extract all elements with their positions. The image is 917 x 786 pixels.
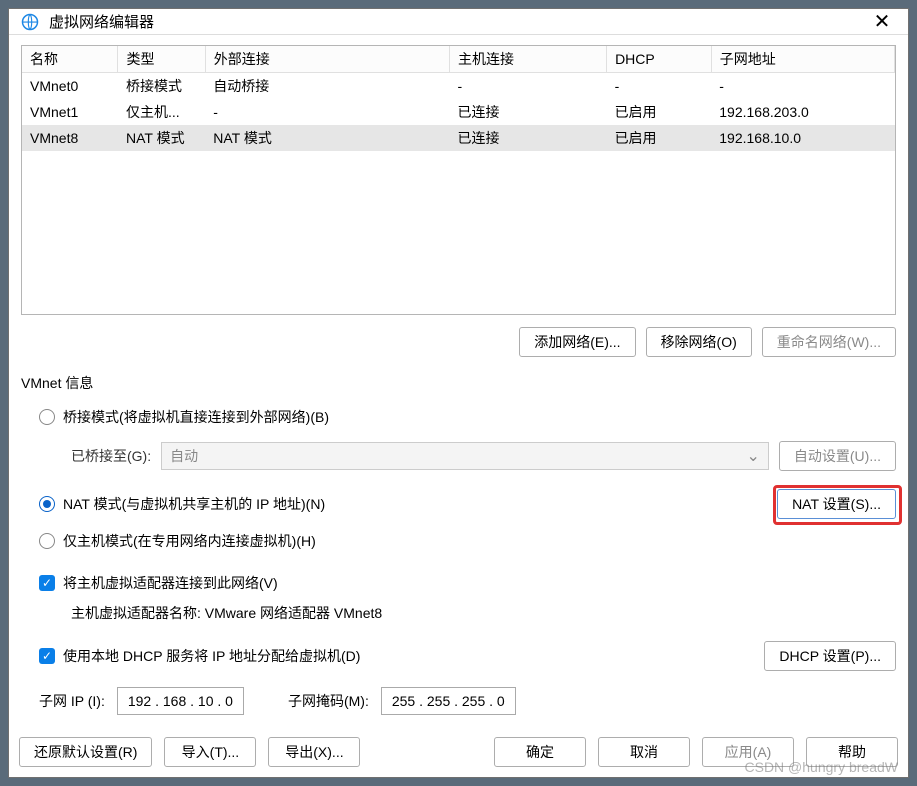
networks-table[interactable]: 名称 类型 外部连接 主机连接 DHCP 子网地址 VMnet0桥接模式自动桥接…	[22, 46, 895, 151]
content-area: 名称 类型 外部连接 主机连接 DHCP 子网地址 VMnet0桥接模式自动桥接…	[9, 35, 908, 729]
table-row[interactable]: VMnet0桥接模式自动桥接---	[22, 73, 895, 100]
rename-network-button[interactable]: 重命名网络(W)...	[762, 327, 896, 357]
col-ext[interactable]: 外部连接	[205, 46, 449, 73]
subnet-ip-input[interactable]: 192 . 168 . 10 . 0	[117, 687, 244, 715]
cell-ext: 自动桥接	[205, 73, 449, 100]
cell-dhcp: 已启用	[607, 99, 712, 125]
dhcp-checkbox[interactable]	[39, 648, 55, 664]
window-title: 虚拟网络编辑器	[49, 11, 868, 32]
close-button[interactable]: ✕	[868, 9, 896, 34]
cell-ext: NAT 模式	[205, 125, 449, 151]
col-type[interactable]: 类型	[118, 46, 205, 73]
subnet-row: 子网 IP (I): 192 . 168 . 10 . 0 子网掩码(M): 2…	[21, 677, 896, 721]
nat-radio[interactable]	[39, 496, 55, 512]
cell-subnet: 192.168.10.0	[711, 125, 894, 151]
cell-dhcp: -	[607, 73, 712, 100]
cell-host: 已连接	[450, 99, 607, 125]
vmnet-info-label: VMnet 信息	[21, 373, 896, 393]
host-adapter-label: 将主机虚拟适配器连接到此网络(V)	[63, 573, 278, 593]
col-subnet[interactable]: 子网地址	[711, 46, 894, 73]
cell-type: 仅主机...	[118, 99, 205, 125]
titlebar: 虚拟网络编辑器 ✕	[9, 9, 908, 35]
subnet-mask-input[interactable]: 255 . 255 . 255 . 0	[381, 687, 516, 715]
cell-subnet: -	[711, 73, 894, 100]
nat-settings-button[interactable]: NAT 设置(S)...	[777, 489, 896, 519]
cell-name: VMnet8	[22, 125, 118, 151]
networks-table-wrap: 名称 类型 外部连接 主机连接 DHCP 子网地址 VMnet0桥接模式自动桥接…	[21, 45, 896, 315]
globe-icon	[21, 13, 39, 31]
dhcp-label: 使用本地 DHCP 服务将 IP 地址分配给虚拟机(D)	[63, 646, 360, 666]
host-adapter-name: 主机虚拟适配器名称: VMware 网络适配器 VMnet8	[21, 599, 896, 635]
hostonly-mode-radio-row[interactable]: 仅主机模式(在专用网络内连接虚拟机)(H)	[21, 525, 896, 557]
cell-subnet: 192.168.203.0	[711, 99, 894, 125]
import-button[interactable]: 导入(T)...	[164, 737, 256, 767]
table-buttons: 添加网络(E)... 移除网络(O) 重命名网络(W)...	[21, 327, 896, 357]
hostonly-label: 仅主机模式(在专用网络内连接虚拟机)(H)	[63, 531, 316, 551]
cell-host: 已连接	[450, 125, 607, 151]
col-dhcp[interactable]: DHCP	[607, 46, 712, 73]
add-network-button[interactable]: 添加网络(E)...	[519, 327, 635, 357]
subnet-mask-label: 子网掩码(M):	[288, 691, 369, 711]
remove-network-button[interactable]: 移除网络(O)	[646, 327, 752, 357]
col-host[interactable]: 主机连接	[450, 46, 607, 73]
virtual-network-editor-window: 虚拟网络编辑器 ✕ 名称 类型 外部连接 主机连接 DHCP 子网地址 VMne…	[8, 8, 909, 778]
auto-bridge-button[interactable]: 自动设置(U)...	[779, 441, 896, 471]
table-header-row: 名称 类型 外部连接 主机连接 DHCP 子网地址	[22, 46, 895, 73]
nat-label: NAT 模式(与虚拟机共享主机的 IP 地址)(N)	[63, 494, 325, 514]
bridge-to-label: 已桥接至(G):	[71, 446, 151, 466]
subnet-ip-label: 子网 IP (I):	[39, 691, 105, 711]
cancel-button[interactable]: 取消	[598, 737, 690, 767]
dhcp-settings-button[interactable]: DHCP 设置(P)...	[764, 641, 896, 671]
cell-ext: -	[205, 99, 449, 125]
host-adapter-check-row[interactable]: 将主机虚拟适配器连接到此网络(V)	[21, 567, 896, 599]
cell-type: 桥接模式	[118, 73, 205, 100]
table-row[interactable]: VMnet1仅主机...-已连接已启用192.168.203.0	[22, 99, 895, 125]
cell-dhcp: 已启用	[607, 125, 712, 151]
cell-name: VMnet1	[22, 99, 118, 125]
cell-type: NAT 模式	[118, 125, 205, 151]
cell-name: VMnet0	[22, 73, 118, 100]
bridge-target-combo[interactable]: 自动	[161, 442, 769, 470]
export-button[interactable]: 导出(X)...	[268, 737, 360, 767]
hostonly-radio[interactable]	[39, 533, 55, 549]
dhcp-check-row[interactable]: 使用本地 DHCP 服务将 IP 地址分配给虚拟机(D) DHCP 设置(P).…	[21, 635, 896, 677]
host-adapter-checkbox[interactable]	[39, 575, 55, 591]
ok-button[interactable]: 确定	[494, 737, 586, 767]
watermark: CSDN @hungry breadW	[745, 759, 899, 775]
cell-host: -	[450, 73, 607, 100]
bridge-radio[interactable]	[39, 409, 55, 425]
table-row[interactable]: VMnet8NAT 模式NAT 模式已连接已启用192.168.10.0	[22, 125, 895, 151]
bridge-mode-radio-row[interactable]: 桥接模式(将虚拟机直接连接到外部网络)(B)	[21, 401, 896, 433]
col-name[interactable]: 名称	[22, 46, 118, 73]
bridge-to-row: 已桥接至(G): 自动 自动设置(U)...	[21, 433, 896, 483]
bridge-label: 桥接模式(将虚拟机直接连接到外部网络)(B)	[63, 407, 329, 427]
restore-defaults-button[interactable]: 还原默认设置(R)	[19, 737, 152, 767]
nat-mode-radio-row[interactable]: NAT 模式(与虚拟机共享主机的 IP 地址)(N) NAT 设置(S)...	[21, 483, 896, 525]
